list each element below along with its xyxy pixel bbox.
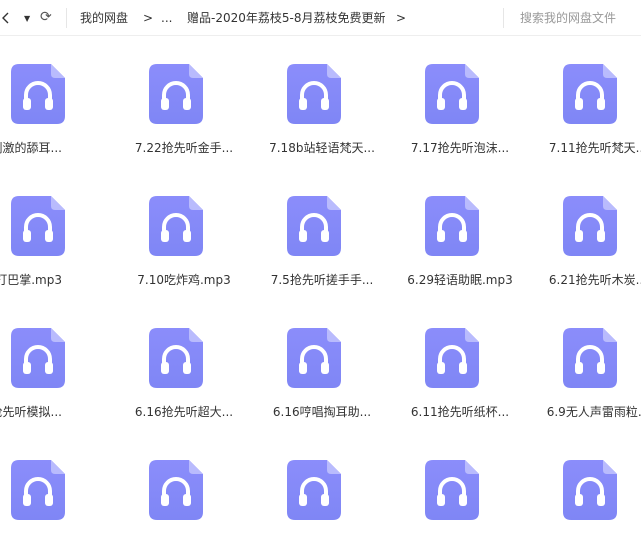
audio-file-icon	[287, 196, 341, 256]
file-name: 25刺激的舔耳...	[0, 141, 62, 155]
file-item[interactable]	[253, 432, 391, 552]
file-item[interactable]: 7.17抢先听泡沫...	[391, 36, 529, 156]
audio-file-icon	[425, 64, 479, 124]
breadcrumb-separator: >	[143, 11, 154, 25]
audio-file-icon	[149, 328, 203, 388]
file-item[interactable]	[391, 432, 529, 552]
file-item[interactable]: 17抢先听模拟...	[0, 300, 115, 420]
file-item[interactable]: 6.11抢先听纸杯...	[391, 300, 529, 420]
breadcrumb-separator[interactable]: >	[396, 9, 406, 27]
audio-file-icon	[563, 196, 617, 256]
audio-file-icon	[425, 460, 479, 520]
refresh-icon[interactable]: ⟳	[40, 8, 52, 26]
file-item[interactable]: 25刺激的舔耳...	[0, 36, 115, 156]
audio-file-icon	[149, 196, 203, 256]
file-name: 6.9无人声雷雨粒...	[546, 405, 641, 419]
audio-file-icon	[11, 64, 65, 124]
breadcrumb-current-folder[interactable]: 赠品-2020年荔枝5-8月荔枝免费更新	[187, 9, 385, 27]
audio-file-icon	[425, 328, 479, 388]
file-item[interactable]: 6.16哼唱掏耳助...	[253, 300, 391, 420]
audio-file-icon	[287, 64, 341, 124]
audio-file-icon	[11, 196, 65, 256]
file-item[interactable]: 7.5抢先听搓手手...	[253, 168, 391, 288]
file-item[interactable]: 7.22抢先听金手...	[115, 36, 253, 156]
file-item[interactable]: 6.9无人声雷雨粒...	[529, 300, 641, 420]
file-item[interactable]	[0, 432, 115, 552]
file-item[interactable]: 7.18b站轻语梵天...	[253, 36, 391, 156]
toolbar: ▼ ⟳ 我的网盘 > ... 赠品-2020年荔枝5-8月荔枝免费更新 >	[0, 0, 641, 36]
search-input[interactable]	[504, 0, 641, 36]
file-item[interactable]: 11打巴掌.mp3	[0, 168, 115, 288]
audio-file-icon	[149, 460, 203, 520]
file-name: 7.11抢先听梵天...	[548, 141, 641, 155]
file-grid: 25刺激的舔耳... 7.22抢先听金手...7.18b站轻语梵天...7.17抢…	[0, 36, 641, 536]
file-name: 11打巴掌.mp3	[0, 273, 62, 287]
audio-file-icon	[149, 64, 203, 124]
file-item[interactable]	[115, 432, 253, 552]
file-item[interactable]	[529, 432, 641, 552]
file-item[interactable]: 6.16抢先听超大...	[115, 300, 253, 420]
file-item[interactable]: 7.11抢先听梵天...	[529, 36, 641, 156]
back-arrow-icon[interactable]	[2, 9, 10, 27]
search-box[interactable]	[504, 0, 641, 36]
audio-file-icon	[11, 328, 65, 388]
file-item[interactable]: 7.10吃炸鸡.mp3	[115, 168, 253, 288]
audio-file-icon	[287, 460, 341, 520]
toolbar-divider	[66, 8, 67, 28]
breadcrumb-ellipsis[interactable]: ...	[161, 9, 172, 27]
dropdown-arrow-icon[interactable]: ▼	[24, 10, 30, 28]
file-name: 17抢先听模拟...	[0, 405, 62, 419]
audio-file-icon	[563, 460, 617, 520]
file-item[interactable]: 6.29轻语助眠.mp3	[391, 168, 529, 288]
audio-file-icon	[563, 64, 617, 124]
audio-file-icon	[287, 328, 341, 388]
audio-file-icon	[11, 460, 65, 520]
file-name: 6.21抢先听木炭...	[548, 273, 641, 287]
audio-file-icon	[425, 196, 479, 256]
file-item[interactable]: 6.21抢先听木炭...	[529, 168, 641, 288]
breadcrumb-root[interactable]: 我的网盘	[80, 9, 128, 27]
audio-file-icon	[563, 328, 617, 388]
